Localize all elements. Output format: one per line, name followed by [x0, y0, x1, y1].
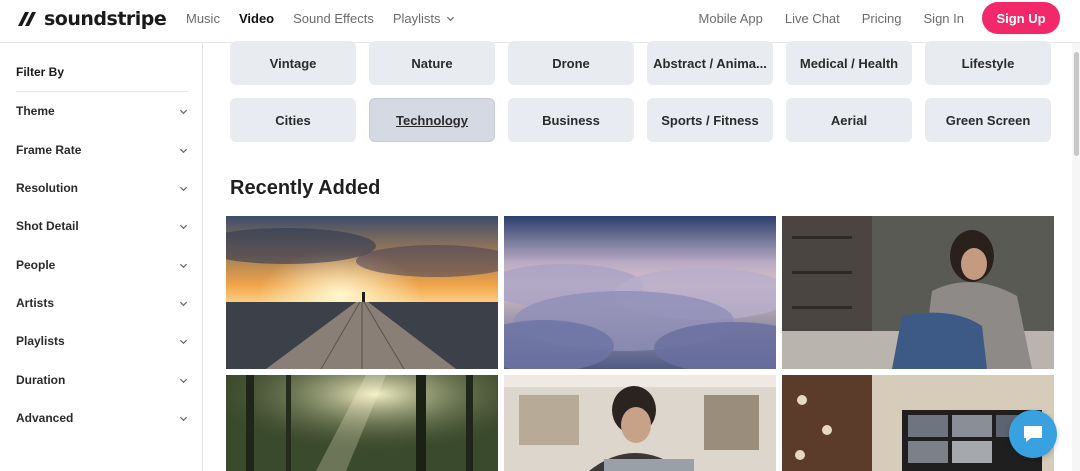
category-technology[interactable]: Technology — [369, 98, 495, 142]
category-nature[interactable]: Nature — [369, 41, 495, 85]
nav-playlists-label: Playlists — [392, 10, 441, 26]
category-sports-fitness[interactable]: Sports / Fitness — [647, 98, 773, 142]
video-thumbnail-pier-sunset[interactable] — [226, 216, 498, 369]
filter-label: People — [16, 258, 56, 272]
filter-people[interactable]: People — [16, 255, 188, 275]
filter-divider — [16, 91, 188, 92]
filter-resolution[interactable]: Resolution — [16, 178, 188, 198]
soundstripe-logo[interactable]: soundstripe — [16, 8, 167, 30]
chevron-down-icon — [179, 109, 188, 114]
filter-duration[interactable]: Duration — [16, 370, 188, 390]
filter-label: Duration — [16, 373, 66, 387]
category-abstract-animation[interactable]: Abstract / Anima... — [647, 41, 773, 85]
primary-nav: Music Video Sound Effects Playlists — [186, 0, 474, 36]
scrollbar-thumb[interactable] — [1074, 52, 1079, 156]
chevron-down-icon — [179, 378, 188, 383]
nav-mobile-app[interactable]: Mobile App — [699, 11, 763, 26]
filter-label: Shot Detail — [16, 219, 79, 233]
forest-image — [226, 375, 498, 471]
chevron-down-icon — [179, 224, 188, 229]
category-drone[interactable]: Drone — [508, 41, 634, 85]
category-green-screen[interactable]: Green Screen — [925, 98, 1051, 142]
category-lifestyle[interactable]: Lifestyle — [925, 41, 1051, 85]
filter-playlists[interactable]: Playlists — [16, 331, 188, 351]
filter-by-heading: Filter By — [16, 65, 65, 79]
top-navigation-bar: soundstripe Music Video Sound Effects Pl… — [0, 0, 1080, 43]
nav-video[interactable]: Video — [239, 11, 274, 26]
filter-shot-detail[interactable]: Shot Detail — [16, 216, 188, 236]
video-thumbnail-woman-couch[interactable] — [782, 216, 1054, 369]
filter-label: Advanced — [16, 411, 74, 425]
soundstripe-logo-icon — [18, 12, 36, 26]
secondary-nav: Mobile App Live Chat Pricing Sign In Sig… — [677, 0, 1060, 36]
nav-sign-in[interactable]: Sign In — [924, 11, 964, 26]
pier-sunset-image — [226, 216, 498, 369]
video-thumbnail-clouds[interactable] — [504, 216, 776, 369]
filter-label: Frame Rate — [16, 143, 82, 157]
filter-sidebar: Filter By Theme Frame Rate Resolution Sh… — [0, 43, 203, 471]
category-medical-health[interactable]: Medical / Health — [786, 41, 912, 85]
filter-advanced[interactable]: Advanced — [16, 408, 188, 428]
filter-label: Resolution — [16, 181, 78, 195]
filter-frame-rate[interactable]: Frame Rate — [16, 140, 188, 160]
woman-couch-image — [782, 216, 1054, 369]
nav-live-chat[interactable]: Live Chat — [785, 11, 840, 26]
sign-up-button[interactable]: Sign Up — [982, 2, 1060, 34]
chevron-down-icon — [179, 148, 188, 153]
category-vintage[interactable]: Vintage — [230, 41, 356, 85]
video-thumbnail-stressed-woman[interactable] — [504, 375, 776, 471]
filter-artists[interactable]: Artists — [16, 293, 188, 313]
stressed-woman-image — [504, 375, 776, 471]
nav-music[interactable]: Music — [186, 11, 220, 26]
filter-label: Theme — [16, 104, 55, 118]
category-aerial[interactable]: Aerial — [786, 98, 912, 142]
live-chat-button[interactable] — [1009, 410, 1057, 458]
nav-sound-effects[interactable]: Sound Effects — [293, 11, 374, 26]
chevron-down-icon — [179, 301, 188, 306]
filter-label: Artists — [16, 296, 55, 310]
chevron-down-icon — [446, 16, 454, 21]
clouds-image — [504, 216, 776, 369]
filter-theme[interactable]: Theme — [16, 101, 188, 121]
chat-bubble-icon — [1024, 426, 1042, 442]
chevron-down-icon — [179, 186, 188, 191]
category-cities[interactable]: Cities — [230, 98, 356, 142]
nav-playlists[interactable]: Playlists — [393, 11, 455, 26]
category-business[interactable]: Business — [508, 98, 634, 142]
chevron-down-icon — [179, 263, 188, 268]
chevron-down-icon — [179, 416, 188, 421]
chevron-down-icon — [179, 339, 188, 344]
video-thumbnail-forest[interactable] — [226, 375, 498, 471]
recently-added-heading: Recently Added — [230, 177, 381, 199]
filter-label: Playlists — [16, 334, 65, 348]
logo-text: soundstripe — [44, 8, 167, 30]
nav-pricing[interactable]: Pricing — [862, 11, 902, 26]
